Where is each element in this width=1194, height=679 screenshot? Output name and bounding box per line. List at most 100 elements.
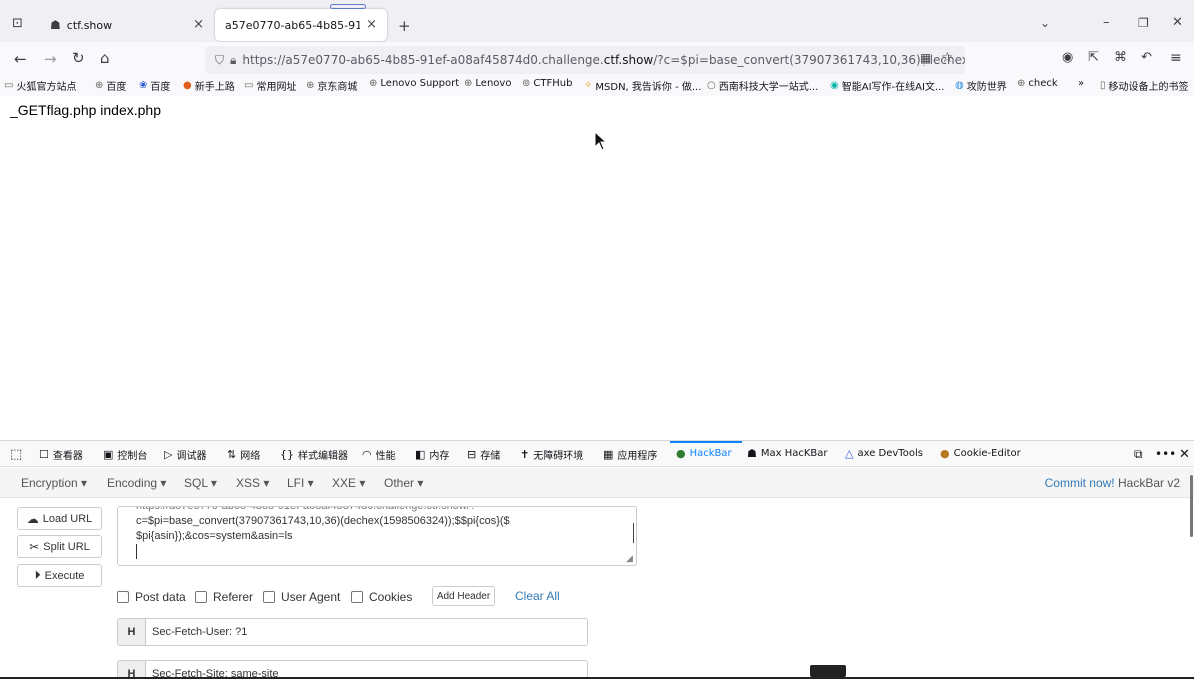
home-icon[interactable]: ⌂ (100, 49, 110, 67)
menu-xxe[interactable]: XXE ▾ (332, 476, 365, 490)
tab-inspector[interactable]: ☐ 查看器 (39, 447, 83, 462)
url-prefix: https://a57e0770-ab65-4b85-91ef-a08af458… (242, 53, 604, 67)
tab-ctfshow[interactable]: ☗ ctf.show × (42, 9, 214, 41)
menu-xss[interactable]: XSS ▾ (236, 476, 269, 490)
menu-encoding[interactable]: Encoding ▾ (107, 476, 166, 490)
restore-button[interactable]: ❐ (1138, 16, 1149, 30)
globe-icon: ⊕ (464, 78, 473, 89)
tab-debugger[interactable]: ▷ 调试器 (164, 447, 206, 462)
bookmark-item[interactable]: ⊚ CTFHub (522, 78, 572, 89)
back-arrow-icon[interactable]: ← (14, 50, 27, 68)
menu-lfi[interactable]: LFI ▾ (287, 476, 314, 490)
accessibility-icon: ✝ (520, 448, 530, 461)
tab-style-editor[interactable]: {} 样式编辑器 (280, 447, 348, 462)
tab-hackbar[interactable]: ● HackBar (676, 447, 732, 460)
extensions-icon[interactable]: ⌘ (1114, 50, 1127, 65)
new-tab-button[interactable]: + (398, 17, 411, 35)
load-url-button[interactable]: ☁ Load URL (17, 507, 102, 530)
bookmark-item[interactable]: ▭ 火狐官方站点 (4, 78, 76, 93)
hackbar-icon: ● (676, 447, 686, 460)
commit-now-link[interactable]: Commit now! (1045, 476, 1115, 490)
checkbox-box[interactable] (351, 591, 363, 603)
url-path: /?c=$pi=base_convert(37907361743,10,36)(… (653, 53, 965, 67)
close-devtools-icon[interactable]: ✕ (1179, 447, 1190, 462)
split-url-button[interactable]: ✂ Split URL (17, 535, 102, 558)
close-window-button[interactable]: ✕ (1172, 15, 1183, 30)
bookmark-item[interactable]: ◍ 攻防世界 (955, 78, 1007, 93)
tab-close-icon[interactable]: × (193, 17, 204, 32)
tab-storage[interactable]: ⊟ 存储 (467, 447, 500, 462)
menu-encryption[interactable]: Encryption ▾ (21, 476, 87, 490)
textarea-line: $pi{asin});&cos=system&asin=ls (136, 530, 293, 542)
shield-icon[interactable]: ⛉ (215, 53, 224, 68)
max-hackbar-icon: ☗ (747, 447, 757, 460)
dock-side-icon[interactable]: ⧉ (1134, 447, 1143, 462)
url-textarea[interactable]: https://a57e0770-ab65-4b85-91ef-a08af458… (117, 506, 637, 566)
tab-list-chevron-down-icon[interactable]: ⌄ (1040, 16, 1050, 30)
checkbox-box[interactable] (263, 591, 275, 603)
execute-button[interactable]: ⏵ Execute (17, 564, 102, 587)
checkbox-box[interactable] (195, 591, 207, 603)
reload-icon[interactable]: ↻ (72, 49, 85, 67)
drag-handle[interactable] (330, 4, 366, 9)
tab-cookie-editor[interactable]: ● Cookie-Editor (940, 447, 1021, 460)
header-row[interactable]: H Sec-Fetch-User: ?1 (117, 618, 588, 646)
tab-axe-devtools[interactable]: △ axe DevTools (845, 447, 923, 460)
menu-sql[interactable]: SQL ▾ (184, 476, 217, 490)
clear-all-link[interactable]: Clear All (515, 589, 560, 603)
tab-network[interactable]: ⇅ 网络 (227, 447, 260, 462)
tab-close-icon[interactable]: × (366, 17, 377, 32)
bookmark-item[interactable]: ▭ 常用网址 (244, 78, 296, 93)
menu-hamburger-icon[interactable]: ≡ (1170, 50, 1182, 66)
tab-strip: ⊡ ☗ ctf.show × a57e0770-ab65-4b85-91ef-a… (0, 0, 1194, 42)
user-agent-checkbox[interactable]: User Agent (263, 590, 340, 604)
resize-handle-icon[interactable]: ◢ (626, 554, 633, 564)
tab-accessibility[interactable]: ✝ 无障碍环境 (520, 447, 583, 462)
tab-overview-icon[interactable]: ⊡ (12, 16, 23, 31)
add-header-button[interactable]: Add Header (432, 586, 495, 606)
bookmark-item[interactable]: ◉ 智能AI写作-在线AI文... (830, 78, 944, 93)
bookmark-item[interactable]: ⊕ 百度 (95, 78, 126, 93)
bookmark-star-icon[interactable]: ☆ (941, 50, 954, 66)
address-bar[interactable]: ⛉ 🔒︎ https://a57e0770-ab65-4b85-91ef-a08… (205, 46, 965, 74)
share-icon[interactable]: ⇱ (1088, 50, 1099, 65)
bookmark-item[interactable]: ❀ 百度 (139, 78, 170, 93)
forward-arrow-icon[interactable]: → (44, 50, 57, 68)
hackbar-toolbar-icon[interactable]: ↶ (1141, 50, 1152, 65)
minimize-button[interactable]: – (1103, 15, 1110, 30)
qr-code-icon[interactable]: ▦ (920, 51, 932, 65)
bookmark-item[interactable]: ○ 西南科技大学一站式... (707, 78, 818, 93)
bookmark-item[interactable]: ⊕ Lenovo (464, 78, 511, 89)
element-picker-icon[interactable]: ⬚ (10, 447, 22, 462)
tooltip-popup (810, 665, 846, 677)
menu-other[interactable]: Other ▾ (384, 476, 423, 490)
msdn-icon: ✧ (584, 80, 593, 91)
globe-icon: ⊕ (1017, 78, 1026, 89)
tab-performance[interactable]: ◠ 性能 (362, 447, 396, 462)
bookmark-item[interactable]: ▯ 移动设备上的书签 (1100, 78, 1189, 93)
bookmark-item[interactable]: ⊕ check (1017, 78, 1058, 89)
bookmark-item[interactable]: ● 新手上路 (183, 78, 235, 93)
lock-icon[interactable]: 🔒︎ (230, 53, 236, 68)
tab-challenge[interactable]: a57e0770-ab65-4b85-91ef-a08a × (215, 9, 387, 41)
tab-application[interactable]: ▦ 应用程序 (603, 447, 657, 462)
checkbox-box[interactable] (117, 591, 129, 603)
more-options-icon[interactable]: ••• (1155, 447, 1176, 461)
referer-checkbox[interactable]: Referer (195, 590, 253, 604)
tab-console[interactable]: ▣ 控制台 (103, 447, 147, 462)
page-output-text: _GETflag.php index.php (10, 102, 161, 118)
textarea-scrollbar[interactable] (633, 523, 634, 543)
folder-icon: ▭ (4, 80, 14, 91)
bookmark-item[interactable]: ⊕ 京东商城 (306, 78, 357, 93)
bookmark-item[interactable]: ⊕ Lenovo Support (369, 78, 459, 89)
post-data-checkbox[interactable]: Post data (117, 590, 186, 604)
cookies-checkbox[interactable]: Cookies (351, 590, 412, 604)
tab-max-hackbar[interactable]: ☗ Max HacKBar (747, 447, 828, 460)
style-editor-icon: {} (280, 448, 294, 461)
bookmark-item[interactable]: ✧ MSDN, 我告诉你 - 做... (584, 78, 701, 93)
account-icon[interactable]: ◉ (1062, 50, 1073, 65)
tab-memory[interactable]: ◧ 内存 (415, 447, 449, 462)
ai-writer-icon: ◉ (830, 80, 839, 91)
devtools-scrollbar[interactable] (1190, 475, 1193, 537)
bookmarks-overflow-icon[interactable]: » (1078, 78, 1084, 89)
